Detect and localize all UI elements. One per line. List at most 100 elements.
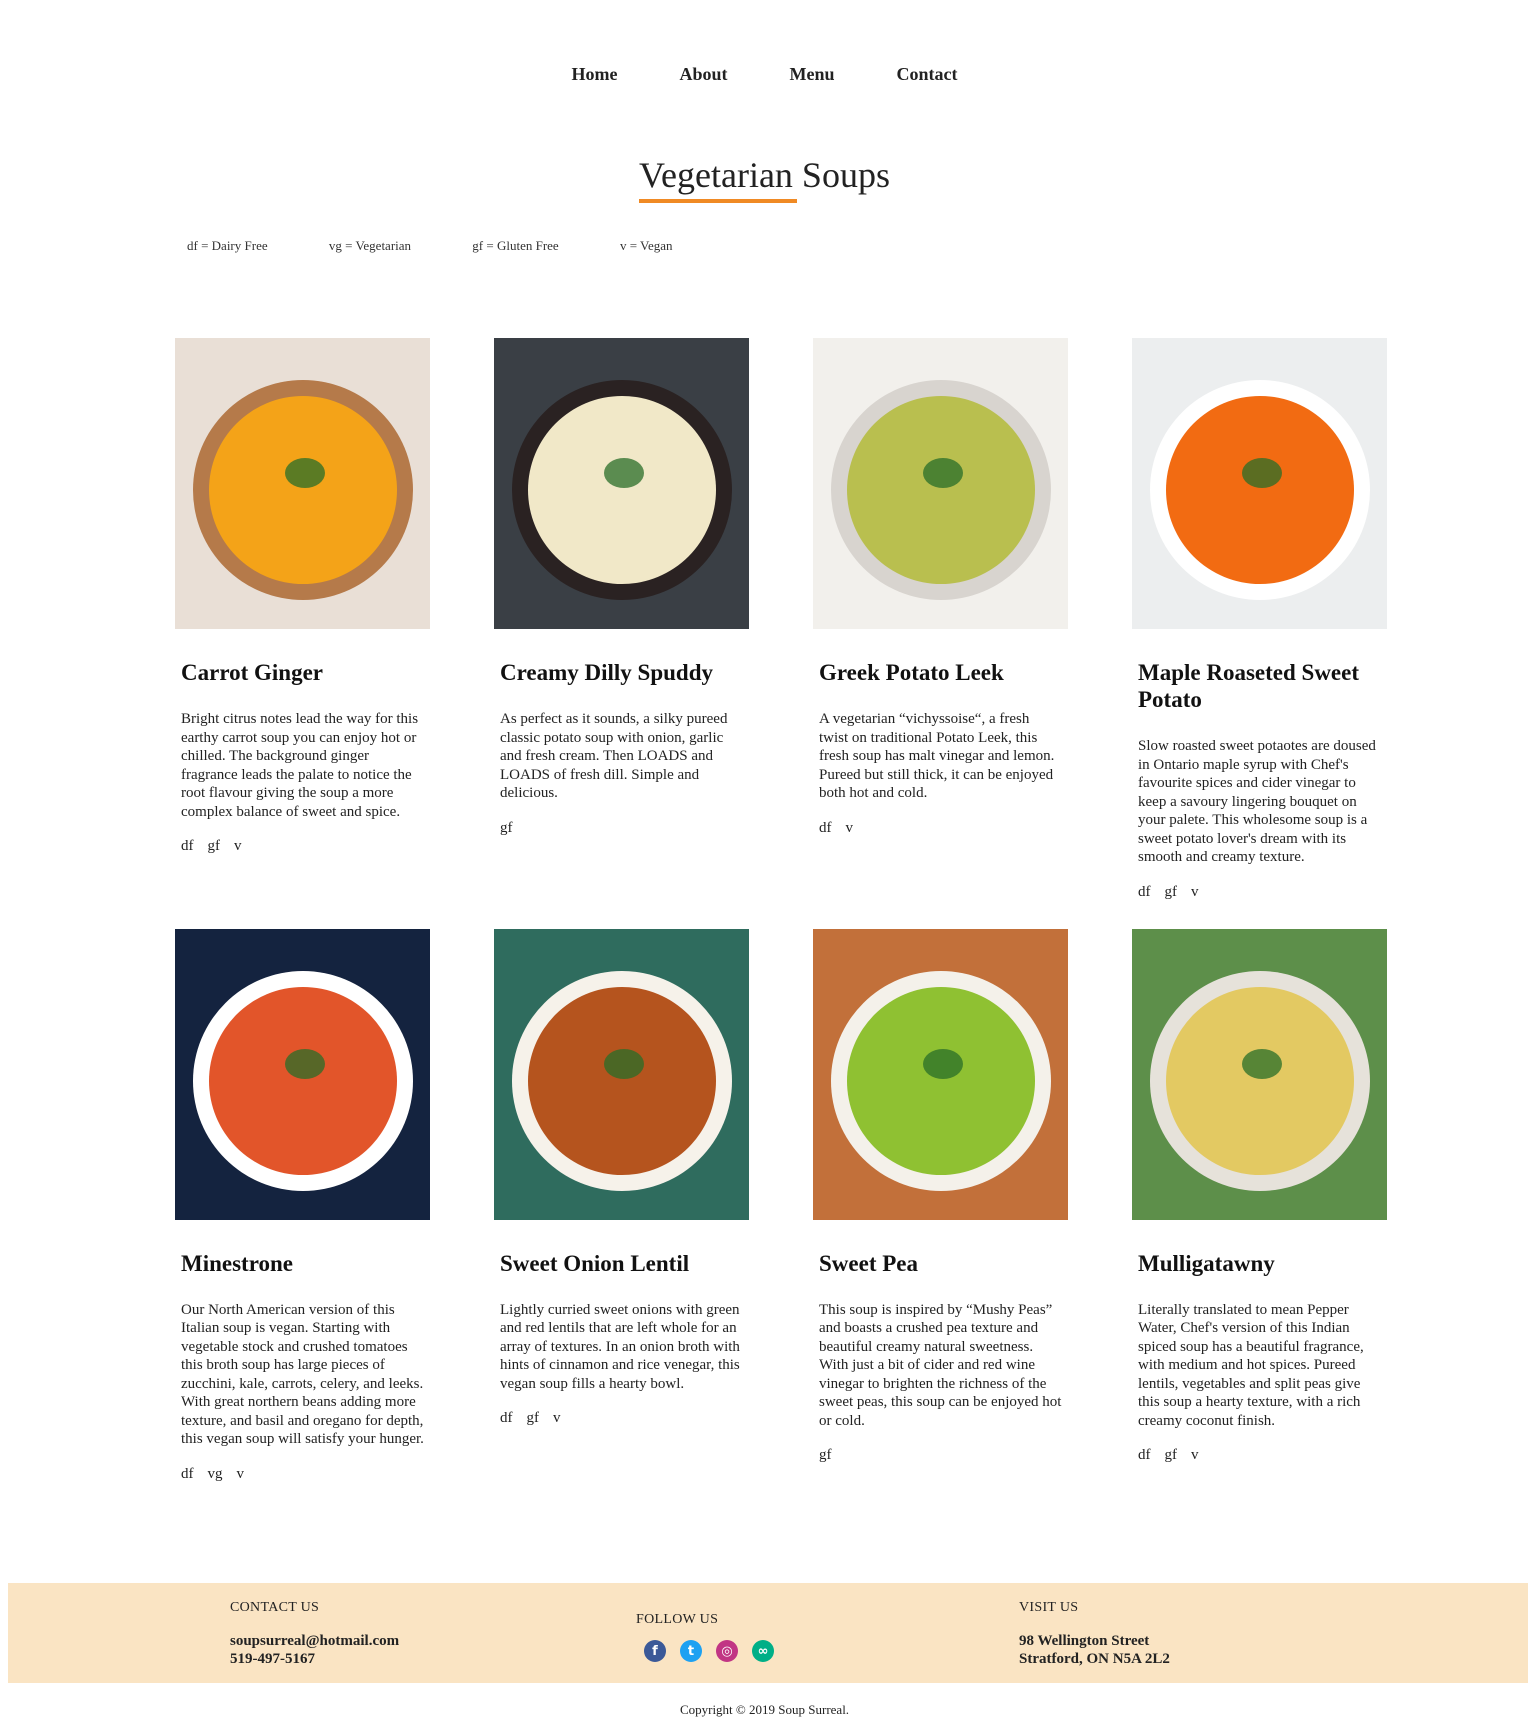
- diet-tag: gf: [500, 819, 513, 836]
- diet-tag: df: [819, 819, 832, 836]
- title-wrap: Vegetarian Soups: [0, 154, 1529, 203]
- contact-heading: CONTACT US: [230, 1600, 320, 1615]
- diet-tag: v: [1191, 883, 1199, 900]
- soup-photo: [813, 338, 1068, 629]
- footer-contact: CONTACT US soupsurreal@hotmail.com 519-4…: [230, 1600, 399, 1668]
- diet-tag: gf: [819, 1447, 832, 1463]
- contact-email[interactable]: soupsurreal@hotmail.com: [230, 1632, 399, 1650]
- soup-photo: [494, 928, 749, 1220]
- diet-tag: df: [1138, 1447, 1151, 1463]
- bowl-soup: [1166, 986, 1354, 1175]
- soup-description: This soup is inspired by “Mushy Peas” an…: [819, 1301, 1062, 1429]
- diet-tag: v: [234, 838, 242, 854]
- soup-card: Greek Potato Leek A vegetarian “vichyssoi…: [813, 338, 1068, 901]
- diet-legend: df = Dairy Free vg = Vegetarian gf = Glu…: [187, 238, 731, 254]
- diet-tag: df: [181, 1465, 194, 1482]
- garnish: [923, 458, 963, 488]
- diet-tags: df gf v: [500, 1410, 743, 1427]
- soup-card: Mulligatawny Literally translated to mean…: [1132, 928, 1387, 1483]
- soup-card: Creamy Dilly Spuddy As perfect as it soun…: [494, 338, 749, 901]
- soup-photo: [175, 928, 430, 1220]
- diet-tag: gf: [1164, 1447, 1178, 1463]
- bowl-soup: [528, 396, 716, 584]
- diet-tags: df gf v: [1138, 884, 1381, 901]
- garnish: [604, 1048, 644, 1079]
- soup-row: Carrot Ginger Bright citrus notes lead th…: [175, 338, 1395, 901]
- footer-visit: VISIT US 98 Wellington Street Stratford,…: [1019, 1600, 1170, 1668]
- bowl-soup: [847, 396, 1035, 584]
- twitter-icon[interactable]: t: [680, 1640, 702, 1662]
- garnish: [1242, 458, 1282, 488]
- soup-card: Carrot Ginger Bright citrus notes lead th…: [175, 338, 430, 901]
- bowl-soup: [847, 986, 1035, 1175]
- diet-tags: gf: [500, 820, 743, 837]
- diet-tags: df v: [819, 820, 1062, 837]
- bowl-soup: [209, 396, 397, 584]
- soup-name: Mulligatawny: [1138, 1250, 1275, 1276]
- social-icons: f t ◎ ∞: [644, 1640, 774, 1662]
- soup-description: As perfect as it sounds, a silky pureed …: [500, 711, 728, 801]
- soup-name: Minestrone: [181, 1250, 294, 1276]
- soup-name: Sweet Pea: [819, 1250, 918, 1276]
- contact-phone[interactable]: 519-497-5167: [230, 1650, 399, 1668]
- soup-photo: [1132, 338, 1387, 629]
- address-line-1: 98 Wellington Street: [1019, 1633, 1150, 1649]
- facebook-icon[interactable]: f: [644, 1640, 666, 1662]
- legend-item: v = Vegan: [619, 238, 673, 253]
- garnish: [1242, 1048, 1282, 1079]
- legend-item: df = Dairy Free: [187, 238, 268, 253]
- soup-description: A vegetarian “vichyssoise“, a fresh twis…: [819, 711, 1055, 801]
- garnish: [604, 458, 644, 488]
- nav-home-link[interactable]: Home: [572, 64, 618, 85]
- bowl-soup: [209, 986, 397, 1175]
- soup-photo: [175, 338, 430, 629]
- instagram-icon[interactable]: ◎: [716, 1640, 738, 1662]
- soup-description: Bright citrus notes lead the way for thi…: [181, 711, 419, 820]
- diet-tag: gf: [526, 1410, 540, 1426]
- diet-tag: vg: [207, 1465, 223, 1482]
- soup-card: Minestrone Our North American version of …: [175, 928, 430, 1483]
- title-underline: [639, 199, 798, 203]
- diet-tag: v: [845, 819, 854, 836]
- visit-heading: VISIT US: [1019, 1600, 1079, 1615]
- soup-name: Greek Potato Leek: [819, 660, 1004, 685]
- soup-grid: Carrot Ginger Bright citrus notes lead th…: [175, 338, 1395, 1511]
- footer: CONTACT US soupsurreal@hotmail.com 519-4…: [8, 1583, 1528, 1683]
- soup-photo: [494, 338, 749, 629]
- soup-photo: [1132, 928, 1387, 1220]
- copyright: Copyright © 2019 Soup Surreal.: [679, 1702, 850, 1717]
- soup-description: Literally translated to mean Pepper Wate…: [1138, 1301, 1364, 1429]
- diet-tag: df: [181, 838, 194, 854]
- soup-photo: [813, 928, 1068, 1220]
- diet-tag: gf: [207, 838, 221, 854]
- soup-name: Maple Roaseted Sweet Potato: [1138, 660, 1360, 712]
- nav-contact-link[interactable]: Contact: [897, 64, 958, 85]
- page-title-container: Vegetarian Soups: [639, 154, 890, 203]
- legend-item: gf = Gluten Free: [472, 238, 559, 253]
- diet-tag: df: [1138, 883, 1151, 900]
- diet-tags: df gf v: [1138, 1447, 1381, 1464]
- address-line-2: Stratford, ON N5A 2L2: [1019, 1651, 1170, 1667]
- follow-heading: FOLLOW US: [636, 1612, 719, 1627]
- diet-tag: df: [500, 1410, 513, 1426]
- diet-tag: v: [1191, 1447, 1199, 1463]
- soup-description: Slow roasted sweet potaotes are doused i…: [1138, 738, 1376, 865]
- nav-about-link[interactable]: About: [679, 64, 727, 85]
- page-title: Vegetarian Soups: [639, 155, 890, 195]
- soup-card: Sweet Onion Lentil Lightly curried sweet …: [494, 928, 749, 1483]
- nav-menu-link[interactable]: Menu: [790, 64, 835, 85]
- soup-name: Sweet Onion Lentil: [500, 1250, 690, 1276]
- soup-row: Minestrone Our North American version of …: [175, 928, 1395, 1483]
- diet-tags: gf: [819, 1447, 1062, 1464]
- soup-card: Sweet Pea This soup is inspired by “Mushy…: [813, 928, 1068, 1483]
- bowl-soup: [528, 986, 716, 1175]
- soup-name: Carrot Ginger: [181, 660, 324, 685]
- tripadvisor-icon[interactable]: ∞: [752, 1640, 774, 1662]
- main-nav: Home About Menu Contact: [0, 64, 1529, 85]
- legend-item: vg = Vegetarian: [328, 238, 412, 253]
- garnish: [923, 1048, 963, 1079]
- soup-description: Lightly curried sweet onions with green …: [500, 1301, 740, 1392]
- garnish: [285, 458, 325, 488]
- diet-tags: df vg v: [181, 1466, 424, 1483]
- diet-tag: v: [236, 1465, 245, 1482]
